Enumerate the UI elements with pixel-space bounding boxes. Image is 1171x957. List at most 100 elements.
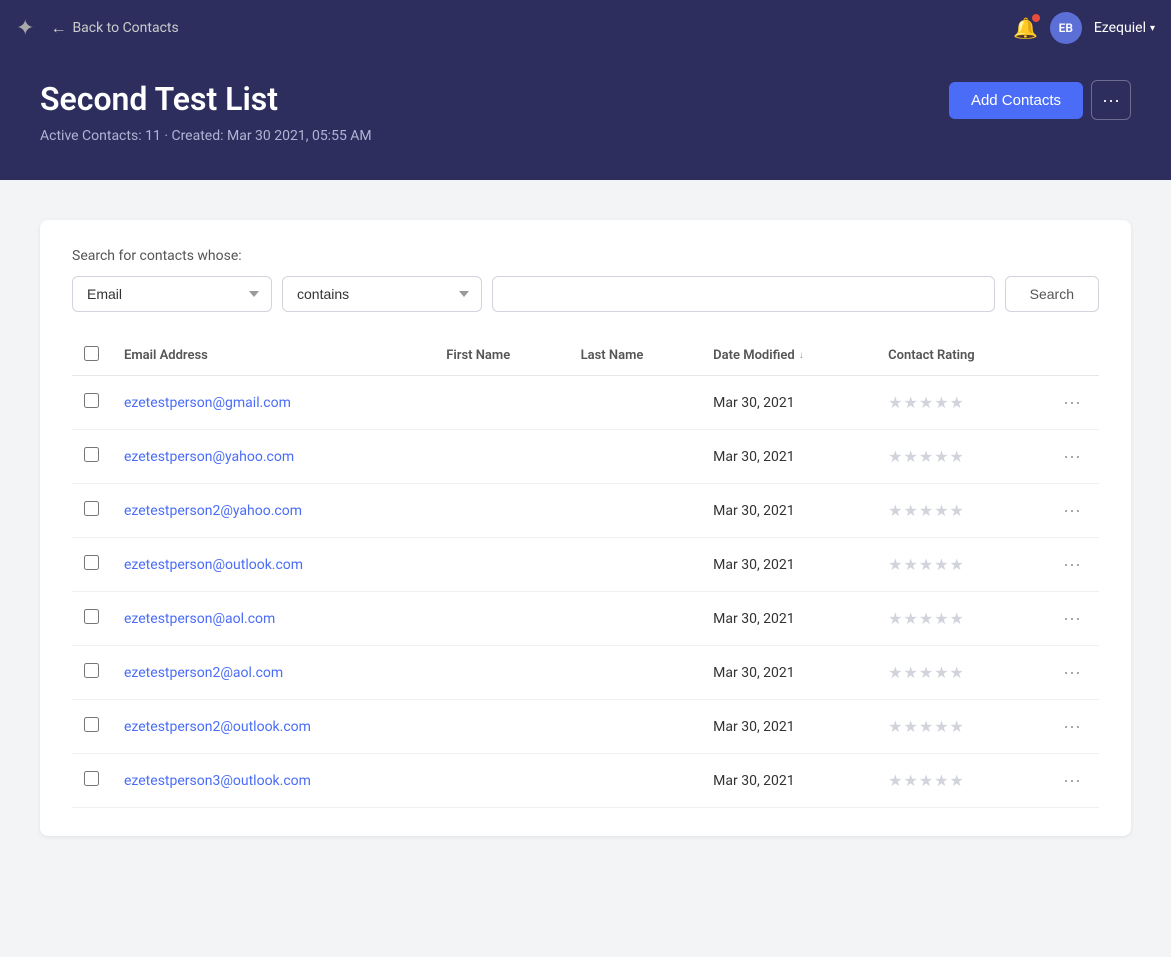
star-5[interactable]: ★ bbox=[950, 393, 964, 412]
row-checkbox-7[interactable] bbox=[84, 771, 99, 786]
row-checkbox-4[interactable] bbox=[84, 609, 99, 624]
row-checkbox-cell bbox=[72, 646, 112, 700]
star-4[interactable]: ★ bbox=[934, 663, 948, 682]
table-row: ezetestperson@outlook.comMar 30, 2021★★★… bbox=[72, 538, 1099, 592]
row-menu-button[interactable]: ··· bbox=[1057, 660, 1087, 685]
star-1[interactable]: ★ bbox=[888, 501, 902, 520]
sort-icon: ↓ bbox=[799, 350, 804, 361]
back-to-contacts-link[interactable]: ← Back to Contacts bbox=[50, 18, 1013, 38]
row-date-modified: Mar 30, 2021 bbox=[701, 754, 876, 808]
star-4[interactable]: ★ bbox=[934, 447, 948, 466]
star-1[interactable]: ★ bbox=[888, 717, 902, 736]
star-2[interactable]: ★ bbox=[904, 663, 918, 682]
email-link[interactable]: ezetestperson2@outlook.com bbox=[124, 719, 311, 735]
row-email: ezetestperson2@outlook.com bbox=[112, 700, 434, 754]
email-link[interactable]: ezetestperson@yahoo.com bbox=[124, 449, 294, 465]
row-contact-rating: ★★★★★ bbox=[876, 592, 1045, 646]
row-menu-button[interactable]: ··· bbox=[1057, 444, 1087, 469]
star-2[interactable]: ★ bbox=[904, 501, 918, 520]
notifications-button[interactable]: 🔔 bbox=[1013, 16, 1038, 40]
star-2[interactable]: ★ bbox=[904, 609, 918, 628]
row-menu-button[interactable]: ··· bbox=[1057, 714, 1087, 739]
col-header-date-modified[interactable]: Date Modified ↓ bbox=[701, 336, 876, 376]
email-link[interactable]: ezetestperson2@aol.com bbox=[124, 665, 283, 681]
page-title-section: Second Test List Active Contacts: 11 · C… bbox=[40, 80, 372, 144]
chevron-down-icon: ▾ bbox=[1150, 23, 1155, 34]
row-checkbox-1[interactable] bbox=[84, 447, 99, 462]
star-5[interactable]: ★ bbox=[950, 663, 964, 682]
star-5[interactable]: ★ bbox=[950, 501, 964, 520]
star-2[interactable]: ★ bbox=[904, 555, 918, 574]
table-row: ezetestperson2@outlook.comMar 30, 2021★★… bbox=[72, 700, 1099, 754]
star-5[interactable]: ★ bbox=[950, 609, 964, 628]
email-link[interactable]: ezetestperson@aol.com bbox=[124, 611, 275, 627]
row-first-name bbox=[434, 484, 568, 538]
more-options-button[interactable]: ··· bbox=[1091, 80, 1131, 120]
star-3[interactable]: ★ bbox=[919, 609, 933, 628]
star-4[interactable]: ★ bbox=[934, 771, 948, 790]
user-menu[interactable]: Ezequiel ▾ bbox=[1094, 20, 1155, 36]
row-checkbox-0[interactable] bbox=[84, 393, 99, 408]
row-menu-button[interactable]: ··· bbox=[1057, 498, 1087, 523]
star-3[interactable]: ★ bbox=[919, 393, 933, 412]
back-arrow-icon: ← bbox=[50, 18, 66, 38]
table-header-row: Email Address First Name Last Name Date … bbox=[72, 336, 1099, 376]
row-checkbox-5[interactable] bbox=[84, 663, 99, 678]
star-5[interactable]: ★ bbox=[950, 717, 964, 736]
email-link[interactable]: ezetestperson3@outlook.com bbox=[124, 773, 311, 789]
star-1[interactable]: ★ bbox=[888, 555, 902, 574]
star-3[interactable]: ★ bbox=[919, 771, 933, 790]
star-3[interactable]: ★ bbox=[919, 447, 933, 466]
row-menu-button[interactable]: ··· bbox=[1057, 552, 1087, 577]
search-condition-select[interactable]: contains equals starts with ends with bbox=[282, 276, 482, 312]
star-5[interactable]: ★ bbox=[950, 447, 964, 466]
select-all-checkbox[interactable] bbox=[84, 346, 99, 361]
row-email: ezetestperson@yahoo.com bbox=[112, 430, 434, 484]
star-2[interactable]: ★ bbox=[904, 717, 918, 736]
star-5[interactable]: ★ bbox=[950, 555, 964, 574]
star-1[interactable]: ★ bbox=[888, 663, 902, 682]
star-4[interactable]: ★ bbox=[934, 555, 948, 574]
email-link[interactable]: ezetestperson@outlook.com bbox=[124, 557, 303, 573]
row-checkbox-cell bbox=[72, 484, 112, 538]
row-email: ezetestperson@outlook.com bbox=[112, 538, 434, 592]
row-email: ezetestperson3@outlook.com bbox=[112, 754, 434, 808]
row-menu-button[interactable]: ··· bbox=[1057, 768, 1087, 793]
select-all-header bbox=[72, 336, 112, 376]
star-4[interactable]: ★ bbox=[934, 717, 948, 736]
star-4[interactable]: ★ bbox=[934, 393, 948, 412]
row-menu-button[interactable]: ··· bbox=[1057, 390, 1087, 415]
star-3[interactable]: ★ bbox=[919, 501, 933, 520]
row-checkbox-3[interactable] bbox=[84, 555, 99, 570]
star-1[interactable]: ★ bbox=[888, 771, 902, 790]
row-actions-cell: ··· bbox=[1045, 700, 1099, 754]
avatar[interactable]: EB bbox=[1050, 12, 1082, 44]
email-link[interactable]: ezetestperson2@yahoo.com bbox=[124, 503, 302, 519]
star-3[interactable]: ★ bbox=[919, 555, 933, 574]
email-link[interactable]: ezetestperson@gmail.com bbox=[124, 395, 291, 411]
row-checkbox-6[interactable] bbox=[84, 717, 99, 732]
star-1[interactable]: ★ bbox=[888, 609, 902, 628]
star-1[interactable]: ★ bbox=[888, 393, 902, 412]
row-actions-cell: ··· bbox=[1045, 646, 1099, 700]
row-actions-cell: ··· bbox=[1045, 592, 1099, 646]
star-4[interactable]: ★ bbox=[934, 609, 948, 628]
star-1[interactable]: ★ bbox=[888, 447, 902, 466]
search-button[interactable]: Search bbox=[1005, 276, 1099, 312]
star-4[interactable]: ★ bbox=[934, 501, 948, 520]
search-input[interactable] bbox=[492, 276, 995, 312]
row-menu-button[interactable]: ··· bbox=[1057, 606, 1087, 631]
star-5[interactable]: ★ bbox=[950, 771, 964, 790]
star-2[interactable]: ★ bbox=[904, 393, 918, 412]
table-row: ezetestperson@yahoo.comMar 30, 2021★★★★★… bbox=[72, 430, 1099, 484]
add-contacts-button[interactable]: Add Contacts bbox=[949, 82, 1083, 119]
main-content: Search for contacts whose: Email First N… bbox=[0, 180, 1171, 957]
row-email: ezetestperson@gmail.com bbox=[112, 376, 434, 430]
row-first-name bbox=[434, 700, 568, 754]
star-3[interactable]: ★ bbox=[919, 663, 933, 682]
star-3[interactable]: ★ bbox=[919, 717, 933, 736]
search-field-select[interactable]: Email First Name Last Name bbox=[72, 276, 272, 312]
star-2[interactable]: ★ bbox=[904, 447, 918, 466]
row-checkbox-2[interactable] bbox=[84, 501, 99, 516]
star-2[interactable]: ★ bbox=[904, 771, 918, 790]
